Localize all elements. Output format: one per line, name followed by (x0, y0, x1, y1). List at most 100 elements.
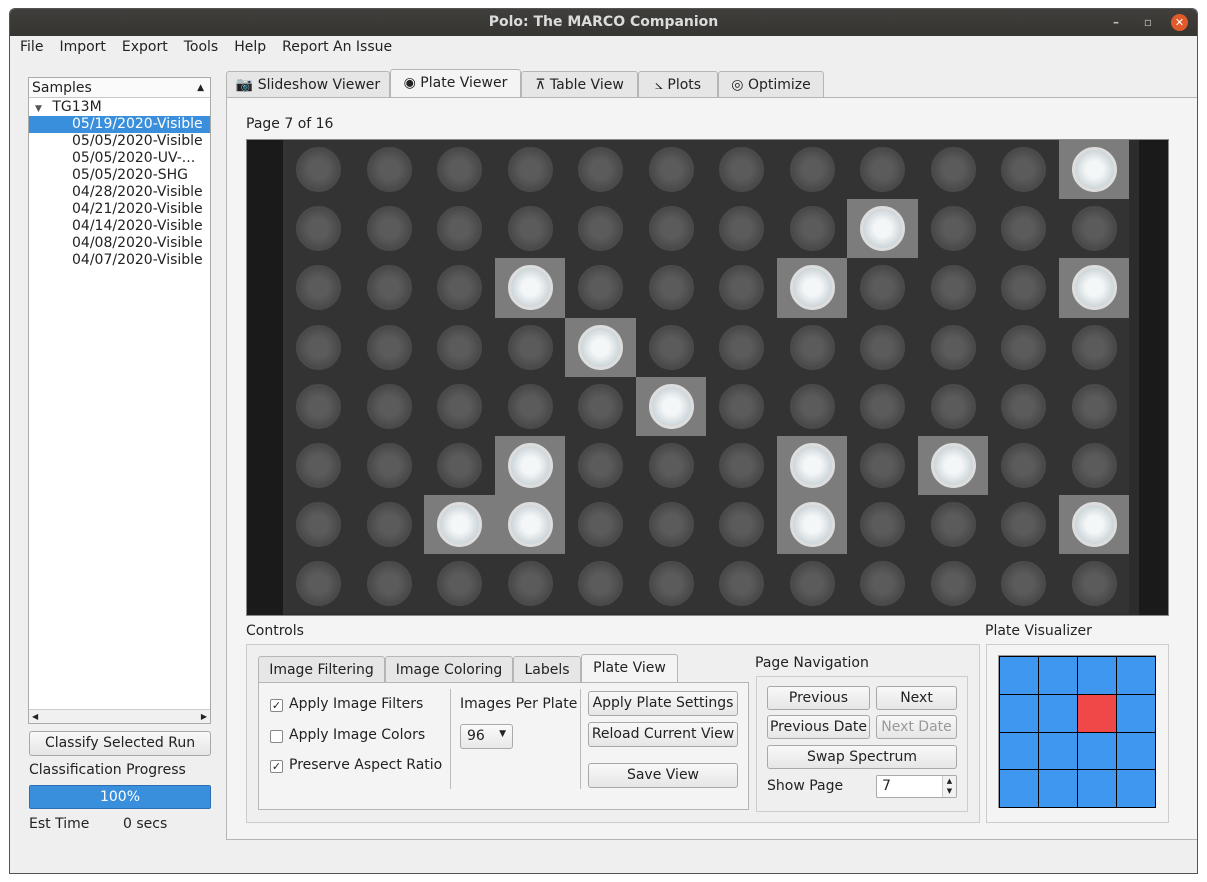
plate-well[interactable] (917, 199, 988, 259)
plate-well[interactable] (847, 376, 918, 436)
apply-filters-checkbox[interactable]: ✓ (270, 699, 283, 712)
plate-well[interactable] (283, 258, 354, 318)
plate-well[interactable] (706, 436, 777, 496)
plate-well[interactable] (847, 317, 918, 377)
visualizer-cell[interactable] (1116, 731, 1156, 771)
plate-well[interactable] (776, 436, 847, 496)
plate-well[interactable] (1058, 140, 1129, 200)
images-per-plate-select[interactable]: 96 ▼ (460, 724, 513, 749)
next-date-button[interactable]: Next Date (876, 715, 957, 739)
plate-well[interactable] (565, 140, 636, 200)
visualizer-cell[interactable] (999, 731, 1039, 771)
plate-well[interactable] (565, 258, 636, 318)
tab-optimize[interactable]: ◎ Optimize (718, 71, 824, 98)
plate-well[interactable] (283, 554, 354, 614)
plate-well[interactable] (988, 258, 1059, 318)
plate-image-grid[interactable] (246, 139, 1169, 616)
plate-well[interactable] (565, 436, 636, 496)
plate-well[interactable] (494, 495, 565, 555)
menu-export[interactable]: Export (114, 36, 176, 58)
plate-well[interactable] (847, 554, 918, 614)
plate-well[interactable] (283, 140, 354, 200)
plate-well[interactable] (353, 317, 424, 377)
scroll-left-icon[interactable]: ◀ (32, 710, 38, 724)
visualizer-cell[interactable] (999, 693, 1039, 733)
run-item[interactable]: 05/05/2020-UV-... (72, 150, 195, 167)
horizontal-scrollbar[interactable]: ◀ ▶ (29, 709, 210, 723)
plate-well[interactable] (635, 317, 706, 377)
menu-tools[interactable]: Tools (176, 36, 227, 58)
plate-well[interactable] (494, 199, 565, 259)
spin-up-icon[interactable]: ▲ (943, 776, 956, 786)
plate-well[interactable] (988, 495, 1059, 555)
tab-table-view[interactable]: ⊼ Table View (521, 71, 638, 98)
visualizer-cell[interactable] (999, 656, 1039, 695)
menu-file[interactable]: File (12, 36, 51, 58)
plate-well[interactable] (424, 258, 495, 318)
plate-well[interactable] (424, 317, 495, 377)
run-item[interactable]: 04/07/2020-Visible (72, 252, 203, 269)
plate-well[interactable] (1058, 376, 1129, 436)
classify-button[interactable]: Classify Selected Run (29, 731, 211, 756)
plate-well[interactable] (424, 554, 495, 614)
visualizer-cell[interactable] (999, 769, 1039, 808)
sort-up-icon[interactable]: ▲ (197, 78, 204, 98)
plate-well[interactable] (706, 554, 777, 614)
plate-well[interactable] (847, 140, 918, 200)
plate-well[interactable] (635, 376, 706, 436)
visualizer-cell[interactable] (1038, 769, 1078, 808)
plate-well[interactable] (776, 199, 847, 259)
plate-well[interactable] (565, 199, 636, 259)
plate-well[interactable] (494, 436, 565, 496)
plate-well[interactable] (706, 258, 777, 318)
plate-well[interactable] (917, 140, 988, 200)
tab-plate-view[interactable]: Plate View (581, 654, 678, 683)
visualizer-cell[interactable] (1077, 731, 1117, 771)
next-button[interactable]: Next (876, 686, 957, 710)
plate-well[interactable] (565, 376, 636, 436)
minimize-icon[interactable]: – (1113, 9, 1119, 36)
plate-well[interactable] (635, 554, 706, 614)
apply-colors-checkbox[interactable] (270, 730, 283, 743)
plate-well[interactable] (494, 258, 565, 318)
plate-well[interactable] (565, 317, 636, 377)
reload-current-view-button[interactable]: Reload Current View (588, 722, 738, 747)
tab-plate-viewer[interactable]: ◉ Plate Viewer (390, 69, 521, 98)
apply-plate-settings-button[interactable]: Apply Plate Settings (588, 691, 738, 716)
plate-well[interactable] (424, 495, 495, 555)
plate-well[interactable] (847, 199, 918, 259)
plate-well[interactable] (988, 140, 1059, 200)
plate-well[interactable] (917, 554, 988, 614)
run-item[interactable]: 05/05/2020-Visible (72, 133, 203, 150)
plate-well[interactable] (283, 436, 354, 496)
plate-well[interactable] (353, 140, 424, 200)
plate-well[interactable] (917, 258, 988, 318)
plate-well[interactable] (988, 317, 1059, 377)
spin-arrows[interactable]: ▲ ▼ (942, 776, 956, 797)
plate-well[interactable] (706, 140, 777, 200)
menu-report-issue[interactable]: Report An Issue (274, 36, 400, 58)
plate-well[interactable] (1058, 554, 1129, 614)
close-icon[interactable]: ✕ (1171, 14, 1188, 31)
plate-well[interactable] (565, 495, 636, 555)
apply-colors-label[interactable]: Apply Image Colors (289, 727, 425, 743)
plate-well[interactable] (917, 376, 988, 436)
plate-well[interactable] (706, 376, 777, 436)
tab-image-filtering[interactable]: Image Filtering (258, 656, 385, 682)
visualizer-cell-active[interactable] (1077, 693, 1117, 733)
plate-well[interactable] (776, 554, 847, 614)
plate-well[interactable] (776, 140, 847, 200)
plate-well[interactable] (353, 436, 424, 496)
plate-well[interactable] (353, 554, 424, 614)
run-item[interactable]: 05/19/2020-Visible (29, 116, 210, 133)
visualizer-cell[interactable] (1038, 656, 1078, 695)
visualizer-cell[interactable] (1038, 731, 1078, 771)
plate-well[interactable] (776, 376, 847, 436)
samples-header[interactable]: Samples ▲ (29, 78, 210, 98)
plate-well[interactable] (494, 376, 565, 436)
plate-visualizer-grid[interactable] (998, 655, 1156, 808)
plate-well[interactable] (635, 258, 706, 318)
plate-well[interactable] (917, 317, 988, 377)
plate-well[interactable] (1058, 495, 1129, 555)
run-item[interactable]: 04/28/2020-Visible (72, 184, 203, 201)
